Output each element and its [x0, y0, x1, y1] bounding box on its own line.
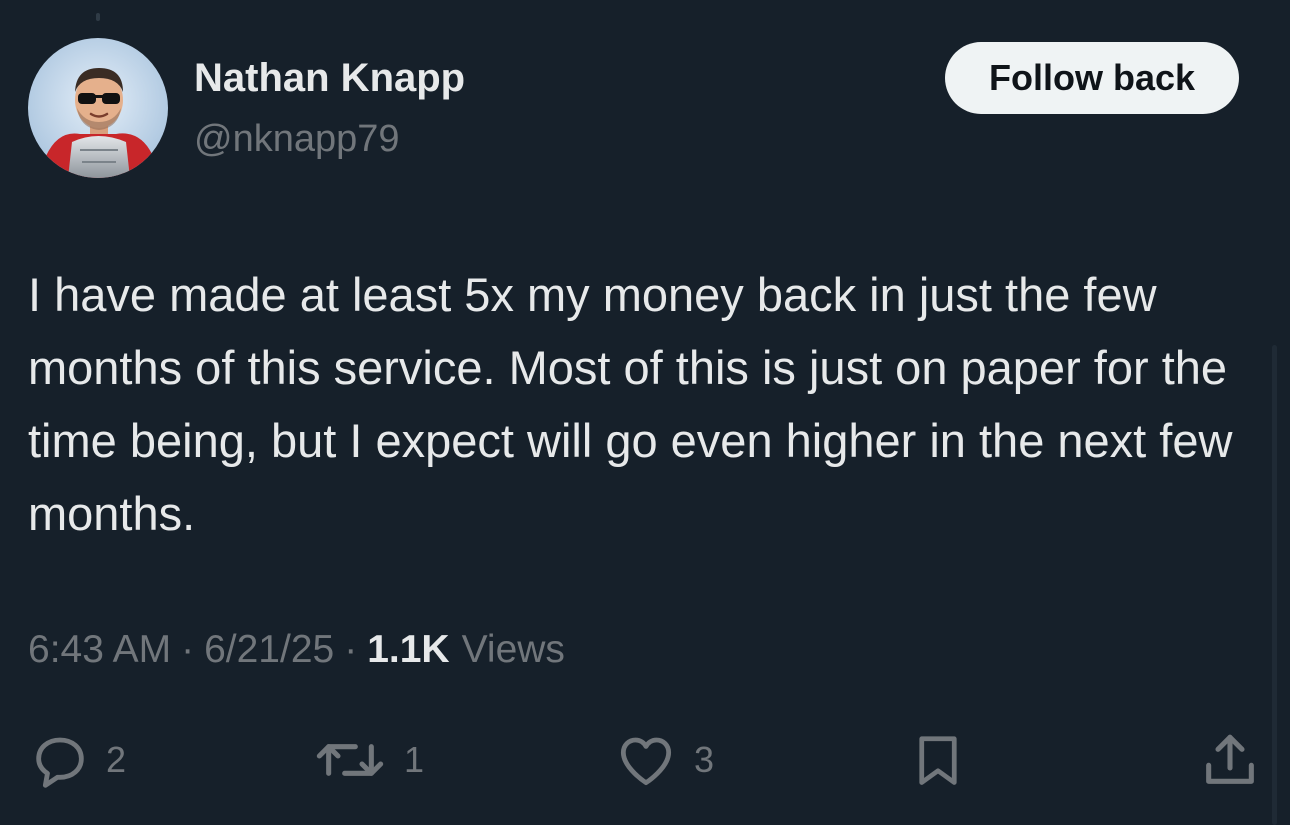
avatar-image [28, 38, 168, 178]
like-button[interactable]: 3 [612, 725, 714, 795]
repost-count: 1 [404, 739, 425, 780]
views-label[interactable]: Views [462, 628, 565, 672]
tweet-text: I have made at least 5x my money back in… [28, 268, 1233, 540]
scrollbar[interactable] [1272, 345, 1277, 825]
tweet-actions-bar: 2 1 3 [0, 725, 1290, 795]
share-button[interactable] [1198, 725, 1262, 795]
user-display-name[interactable]: Nathan Knapp [194, 56, 465, 101]
separator-dot: · [181, 628, 195, 671]
follow-back-button[interactable]: Follow back [945, 42, 1239, 114]
heart-icon [620, 737, 672, 786]
reply-icon [36, 737, 84, 788]
repost-icon [316, 744, 384, 776]
reply-count: 2 [106, 739, 127, 780]
reply-button[interactable]: 2 [28, 725, 126, 795]
bookmark-icon [919, 736, 957, 785]
tweet-time[interactable]: 6:43 AM [28, 628, 171, 672]
user-handle[interactable]: @nknapp79 [194, 118, 400, 161]
views-count[interactable]: 1.1K [367, 628, 449, 672]
separator-dot: · [344, 628, 358, 671]
like-count: 3 [694, 739, 715, 780]
tweet-metadata: 6:43 AM · 6/21/25 · 1.1K Views [28, 628, 565, 672]
share-icon [1206, 734, 1254, 784]
top-handle-indicator [96, 13, 100, 21]
bookmark-button[interactable] [908, 725, 968, 795]
repost-button[interactable]: 1 [310, 725, 424, 795]
tweet-date[interactable]: 6/21/25 [204, 628, 334, 672]
avatar[interactable] [28, 38, 168, 178]
